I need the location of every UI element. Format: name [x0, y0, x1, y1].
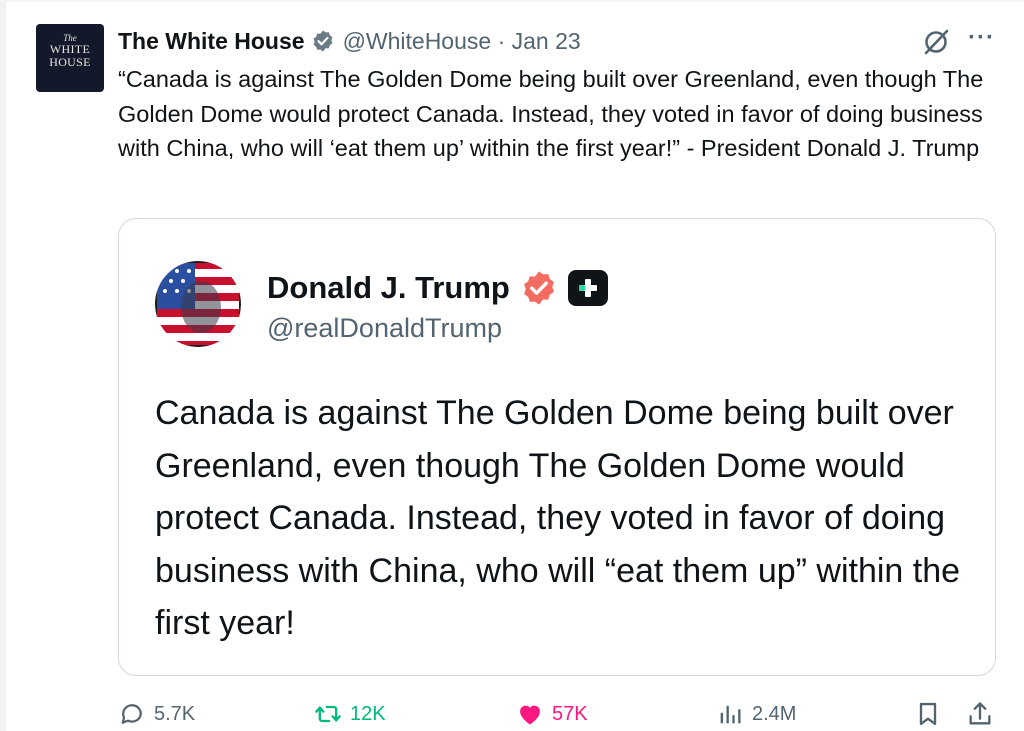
quoted-author-avatar[interactable] [155, 261, 241, 347]
reply-button[interactable]: 5.7K [118, 700, 195, 728]
grok-icon[interactable] [922, 28, 950, 56]
quoted-author-handle[interactable]: @realDonaldTrump [267, 313, 502, 344]
quoted-author-name[interactable]: Donald J. Trump [267, 270, 510, 306]
repost-icon [315, 705, 341, 723]
share-icon [969, 702, 991, 725]
more-icon[interactable]: ··· [968, 26, 995, 50]
like-count: 57K [552, 702, 588, 725]
quoted-post-text: Canada is against The Golden Dome being … [155, 394, 961, 642]
repost-button[interactable]: 12K [314, 700, 386, 728]
quoted-author-row: Donald J. Trump [267, 269, 608, 307]
top-divider [0, 0, 1024, 2]
views-button[interactable]: 2.4M [716, 700, 796, 728]
verified-icon [523, 271, 554, 305]
post-text: “Canada is against The Golden Dome being… [118, 66, 984, 161]
post-header: The White House @WhiteHouse · Jan 23 [118, 25, 581, 57]
views-count: 2.4M [752, 702, 797, 725]
author-name[interactable]: The White House [118, 28, 305, 55]
like-button[interactable]: 57K [516, 700, 588, 728]
plus-icon [567, 270, 608, 306]
reply-count: 5.7K [154, 702, 196, 725]
author-handle-and-date[interactable]: @WhiteHouse · Jan 23 [343, 28, 581, 55]
share-button[interactable] [966, 700, 994, 728]
avatar-line-3: HOUSE [49, 55, 91, 69]
author-avatar[interactable]: The WHITE HOUSE [36, 24, 104, 92]
quoted-post-card[interactable]: Donald J. Trump @realDonaldTrump Canada … [118, 218, 996, 676]
repost-count: 12K [350, 702, 386, 725]
like-icon [520, 705, 540, 725]
left-divider [0, 0, 6, 731]
bookmark-button[interactable] [914, 700, 942, 728]
bookmark-icon [919, 702, 937, 726]
verified-icon [313, 30, 332, 52]
reply-icon [121, 704, 142, 724]
views-icon [720, 705, 741, 724]
